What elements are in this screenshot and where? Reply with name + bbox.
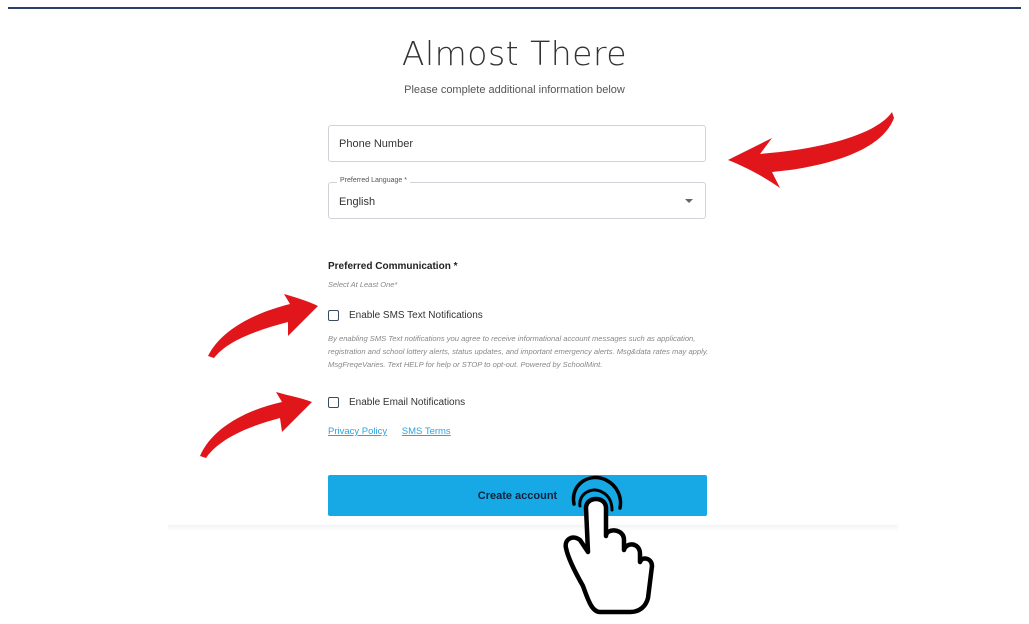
card-bottom-shadow [168,525,898,531]
phone-number-field[interactable] [328,125,706,162]
create-account-button[interactable]: Create account [328,475,707,516]
sms-notifications-option[interactable]: Enable SMS Text Notifications [328,308,483,322]
select-at-least-one-hint: Select At Least One* [328,280,398,289]
privacy-policy-link[interactable]: Privacy Policy [328,426,387,437]
sms-notifications-label[interactable]: Enable SMS Text Notifications [349,310,483,321]
top-divider [8,7,1021,9]
sms-terms-link[interactable]: SMS Terms [402,426,451,437]
legal-links: Privacy Policy SMS Terms [328,426,463,437]
preferred-language-label: Preferred Language * [337,177,410,184]
preferred-language-value: English [339,196,376,208]
preferred-communication-heading: Preferred Communication * [328,261,458,272]
page-subtitle: Please complete additional information b… [404,84,625,96]
arrow-to-sms-icon [208,294,318,358]
sms-notifications-checkbox[interactable] [328,309,339,321]
sms-disclaimer-text: By enabling SMS Text notifications you a… [328,334,709,370]
email-notifications-option[interactable]: Enable Email Notifications [328,395,465,409]
email-notifications-checkbox[interactable] [328,396,339,408]
phone-number-input[interactable] [329,126,705,161]
arrow-to-phone-icon [728,112,894,188]
arrow-to-email-icon [200,392,312,458]
page-title: Almost There [401,34,628,73]
email-notifications-label[interactable]: Enable Email Notifications [349,397,465,408]
preferred-language-select[interactable]: Preferred Language * English [328,177,706,219]
dropdown-caret-icon[interactable] [685,199,693,203]
